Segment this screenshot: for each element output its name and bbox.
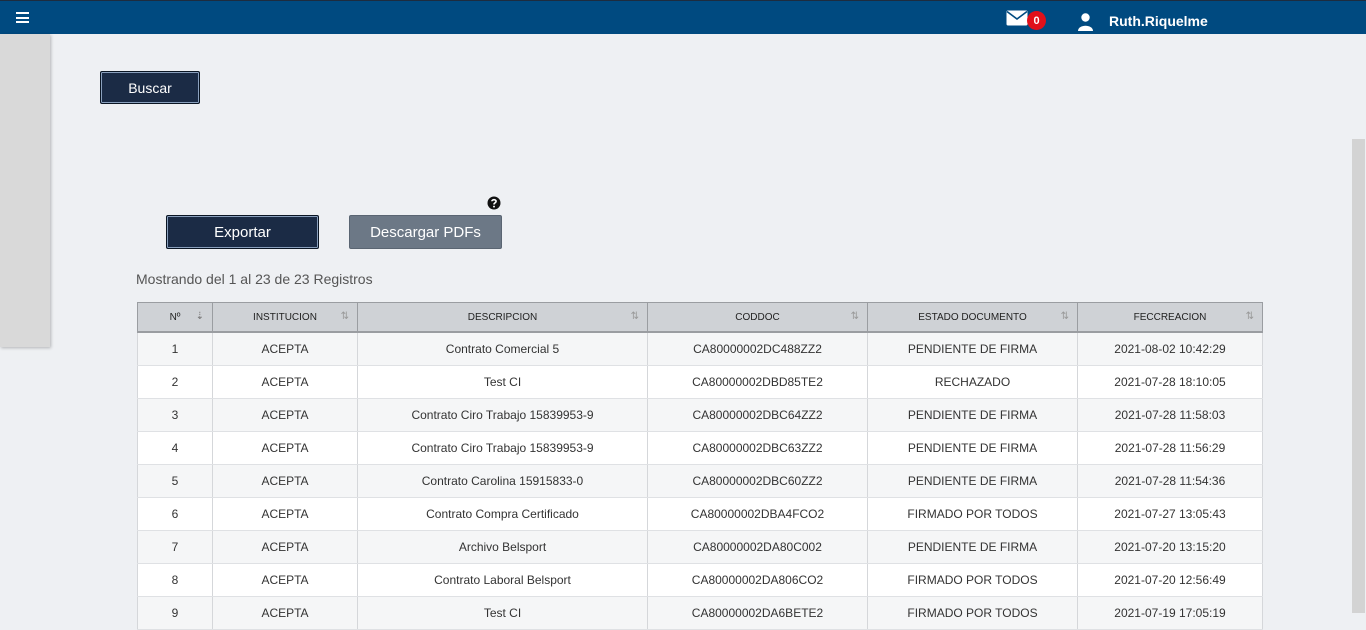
column-header-label: INSTITUCION — [253, 311, 317, 323]
cell-number: 9 — [137, 596, 213, 630]
cell-coddoc: CA80000002DA806CO2 — [647, 563, 868, 597]
cell-descripcion: Contrato Compra Certificado — [357, 497, 648, 531]
table-row[interactable]: 3 ACEPTA Contrato Ciro Trabajo 15839953-… — [137, 398, 1263, 432]
cell-estado: PENDIENTE DE FIRMA — [867, 431, 1078, 465]
cell-number: 7 — [137, 530, 213, 564]
table-row[interactable]: 7 ACEPTA Archivo Belsport CA80000002DA80… — [137, 530, 1263, 564]
cell-feccreacion: 2021-07-27 13:05:43 — [1077, 497, 1263, 531]
notification-badge[interactable]: 0 — [1027, 11, 1046, 30]
table-row[interactable]: 4 ACEPTA Contrato Ciro Trabajo 15839953-… — [137, 431, 1263, 465]
cell-feccreacion: 2021-08-02 10:42:29 — [1077, 332, 1263, 366]
cell-number: 5 — [137, 464, 213, 498]
hamburger-menu-icon[interactable] — [16, 12, 29, 23]
cell-feccreacion: 2021-07-20 13:15:20 — [1077, 530, 1263, 564]
table-row[interactable]: 6 ACEPTA Contrato Compra Certificado CA8… — [137, 497, 1263, 531]
column-header-label: ESTADO DOCUMENTO — [918, 311, 1027, 323]
cell-coddoc: CA80000002DA6BETE2 — [647, 596, 868, 630]
cell-descripcion: Test CI — [357, 596, 648, 630]
cell-number: 1 — [137, 332, 213, 366]
export-button[interactable]: Exportar — [166, 215, 319, 249]
cell-coddoc: CA80000002DBC63ZZ2 — [647, 431, 868, 465]
column-header-label: Nº — [169, 311, 181, 323]
cell-institucion: ACEPTA — [212, 563, 358, 597]
cell-coddoc: CA80000002DBD85TE2 — [647, 365, 868, 399]
column-header-institucion[interactable]: INSTITUCION ⇅ — [212, 302, 358, 333]
cell-institucion: ACEPTA — [212, 464, 358, 498]
envelope-icon[interactable] — [1006, 10, 1028, 26]
table-row[interactable]: 2 ACEPTA Test CI CA80000002DBD85TE2 RECH… — [137, 365, 1263, 399]
table-row[interactable]: 8 ACEPTA Contrato Laboral Belsport CA800… — [137, 563, 1263, 597]
download-pdfs-button[interactable]: Descargar PDFs — [349, 215, 502, 249]
cell-descripcion: Test CI — [357, 365, 648, 399]
sort-icon[interactable]: ⇅ — [341, 311, 349, 322]
cell-descripcion: Contrato Comercial 5 — [357, 332, 648, 366]
cell-coddoc: CA80000002DBA4FCO2 — [647, 497, 868, 531]
table-row[interactable]: 1 ACEPTA Contrato Comercial 5 CA80000002… — [137, 332, 1263, 366]
cell-estado: PENDIENTE DE FIRMA — [867, 464, 1078, 498]
column-header-label: FECCREACION — [1133, 311, 1207, 323]
column-header-estado-documento[interactable]: ESTADO DOCUMENTO ⇅ — [867, 302, 1078, 333]
question-circle-icon[interactable] — [487, 196, 501, 210]
cell-estado: FIRMADO POR TODOS — [867, 497, 1078, 531]
records-count-text: Mostrando del 1 al 23 de 23 Registros — [136, 271, 373, 287]
cell-descripcion: Archivo Belsport — [357, 530, 648, 564]
username-label[interactable]: Ruth.Riquelme — [1109, 13, 1208, 29]
top-navbar: 0 Ruth.Riquelme — [0, 0, 1366, 34]
cell-feccreacion: 2021-07-28 11:58:03 — [1077, 398, 1263, 432]
cell-descripcion: Contrato Laboral Belsport — [357, 563, 648, 597]
cell-number: 3 — [137, 398, 213, 432]
cell-feccreacion: 2021-07-28 18:10:05 — [1077, 365, 1263, 399]
cell-institucion: ACEPTA — [212, 398, 358, 432]
cell-descripcion: Contrato Ciro Trabajo 15839953-9 — [357, 398, 648, 432]
cell-estado: PENDIENTE DE FIRMA — [867, 530, 1078, 564]
sort-asc-icon[interactable]: ⇣ — [196, 311, 204, 322]
cell-institucion: ACEPTA — [212, 530, 358, 564]
cell-number: 2 — [137, 365, 213, 399]
cell-descripcion: Contrato Ciro Trabajo 15839953-9 — [357, 431, 648, 465]
table-row[interactable]: 5 ACEPTA Contrato Carolina 15915833-0 CA… — [137, 464, 1263, 498]
column-header-coddoc[interactable]: CODDOC ⇅ — [647, 302, 868, 333]
cell-coddoc: CA80000002DBC64ZZ2 — [647, 398, 868, 432]
sort-icon[interactable]: ⇅ — [1246, 311, 1254, 322]
cell-descripcion: Contrato Carolina 15915833-0 — [357, 464, 648, 498]
column-header-number[interactable]: Nº ⇣ — [137, 302, 213, 333]
column-header-label: DESCRIPCION — [467, 311, 538, 323]
cell-estado: FIRMADO POR TODOS — [867, 563, 1078, 597]
sort-icon[interactable]: ⇅ — [631, 311, 639, 322]
cell-institucion: ACEPTA — [212, 596, 358, 630]
sort-icon[interactable]: ⇅ — [851, 311, 859, 322]
cell-estado: RECHAZADO — [867, 365, 1078, 399]
cell-coddoc: CA80000002DA80C002 — [647, 530, 868, 564]
cell-institucion: ACEPTA — [212, 365, 358, 399]
user-icon — [1078, 13, 1093, 31]
cell-institucion: ACEPTA — [212, 431, 358, 465]
sidebar-panel — [0, 34, 50, 347]
search-button[interactable]: Buscar — [100, 71, 200, 104]
table-row[interactable]: 9 ACEPTA Test CI CA80000002DA6BETE2 FIRM… — [137, 596, 1263, 630]
cell-feccreacion: 2021-07-20 12:56:49 — [1077, 563, 1263, 597]
column-header-label: CODDOC — [735, 311, 780, 323]
column-header-descripcion[interactable]: DESCRIPCION ⇅ — [357, 302, 648, 333]
cell-coddoc: CA80000002DC488ZZ2 — [647, 332, 868, 366]
table-header-row: Nº ⇣ INSTITUCION ⇅ DESCRIPCION ⇅ CODDOC ⇅ ES… — [137, 302, 1263, 333]
cell-institucion: ACEPTA — [212, 497, 358, 531]
cell-estado: PENDIENTE DE FIRMA — [867, 398, 1078, 432]
cell-feccreacion: 2021-07-28 11:56:29 — [1077, 431, 1263, 465]
sort-icon[interactable]: ⇅ — [1061, 311, 1069, 322]
cell-feccreacion: 2021-07-28 11:54:36 — [1077, 464, 1263, 498]
cell-number: 8 — [137, 563, 213, 597]
cell-estado: FIRMADO POR TODOS — [867, 596, 1078, 630]
cell-institucion: ACEPTA — [212, 332, 358, 366]
cell-feccreacion: 2021-07-19 17:05:19 — [1077, 596, 1263, 630]
column-header-feccreacion[interactable]: FECCREACION ⇅ — [1077, 302, 1263, 333]
cell-estado: PENDIENTE DE FIRMA — [867, 332, 1078, 366]
documents-table: Nº ⇣ INSTITUCION ⇅ DESCRIPCION ⇅ CODDOC ⇅ ES… — [137, 302, 1263, 630]
scrollbar-thumb[interactable] — [1352, 139, 1365, 613]
cell-coddoc: CA80000002DBC60ZZ2 — [647, 464, 868, 498]
cell-number: 4 — [137, 431, 213, 465]
cell-number: 6 — [137, 497, 213, 531]
